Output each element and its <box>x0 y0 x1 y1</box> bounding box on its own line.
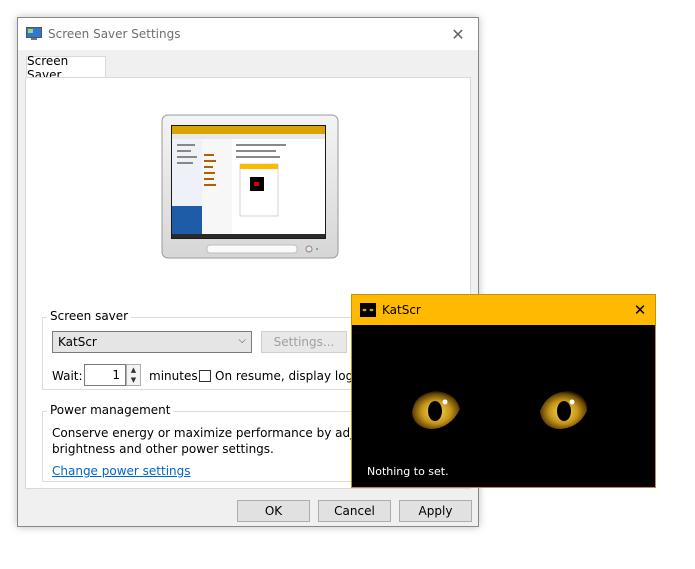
screen-saver-group-label: Screen saver <box>47 309 132 323</box>
cat-eyes-icon <box>360 303 376 317</box>
screensaver-app-icon <box>26 27 42 40</box>
chevron-down-icon: ⌵ <box>238 335 246 346</box>
change-power-settings-link[interactable]: Change power settings <box>52 464 191 478</box>
screen-saver-select[interactable]: KatScr ⌵ <box>52 331 252 353</box>
power-description-line1: Conserve energy or maximize performance … <box>52 426 402 440</box>
cancel-button[interactable]: Cancel <box>318 500 391 522</box>
resume-logon-label[interactable]: On resume, display logon <box>215 369 368 383</box>
spin-down-icon[interactable]: ▼ <box>127 375 140 385</box>
apply-button[interactable]: Apply <box>399 500 472 522</box>
wait-spinner[interactable]: ▲ ▼ <box>126 364 141 386</box>
tab-screen-saver[interactable]: Screen Saver <box>26 54 106 82</box>
wait-minutes-input[interactable]: 1 <box>84 364 126 386</box>
wait-label: Wait: <box>52 369 83 383</box>
monitor-preview <box>161 114 339 259</box>
katscr-message: Nothing to set. <box>367 465 449 478</box>
katscr-title: KatScr <box>382 303 421 317</box>
screen-saver-select-value: KatScr <box>58 335 97 349</box>
minutes-label: minutes <box>149 369 198 383</box>
katscr-title-bar[interactable]: KatScr ✕ <box>352 295 655 325</box>
power-management-label: Power management <box>47 403 174 417</box>
settings-button[interactable]: Settings... <box>261 331 347 353</box>
close-button[interactable]: ✕ <box>438 18 478 50</box>
spin-up-icon[interactable]: ▲ <box>127 365 140 375</box>
resume-logon-checkbox[interactable] <box>199 370 211 382</box>
close-icon: ✕ <box>451 24 465 44</box>
katscr-close-button[interactable]: ✕ <box>625 295 655 325</box>
katscr-settings-window: KatScr ✕ Nothing to set. <box>351 294 656 488</box>
power-description-line2: brightness and other power settings. <box>52 442 274 456</box>
close-icon: ✕ <box>633 301 647 319</box>
ok-button[interactable]: OK <box>237 500 310 522</box>
title-bar[interactable]: Screen Saver Settings ✕ <box>18 18 478 50</box>
window-title: Screen Saver Settings <box>48 27 181 41</box>
cat-eyes-image <box>352 325 655 487</box>
